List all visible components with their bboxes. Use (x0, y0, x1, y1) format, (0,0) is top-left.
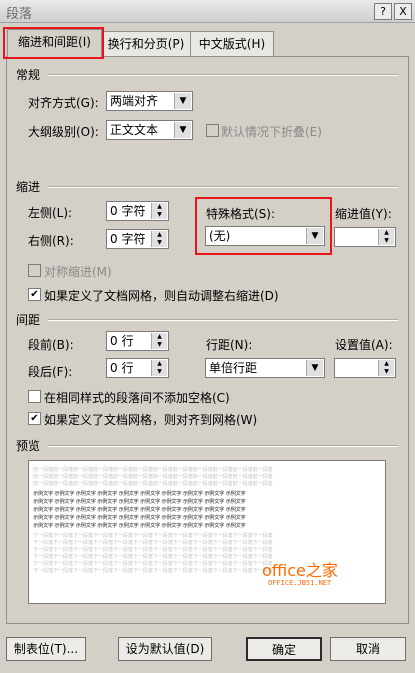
collapse-default-label: 默认情况下折叠(E) (221, 125, 322, 139)
line-spacing-at-spinner[interactable]: ▲ ▼ (378, 360, 394, 376)
spin-up-icon[interactable]: ▲ (152, 203, 167, 211)
outline-level-select[interactable]: 正文文本 ▼ (106, 120, 193, 140)
spin-down-icon[interactable]: ▼ (152, 211, 167, 219)
preview-next-paragraph: 下一段落下一段落下一段落下一段落下一段落下一段落下一段落下一段落下一段落下一段落… (33, 533, 273, 539)
right-indent-spinner[interactable]: ▲ ▼ (151, 231, 167, 247)
watermark-logo: office之家 (262, 561, 338, 580)
indent-by-spinner[interactable]: ▲ ▼ (378, 229, 394, 245)
preview-previous-paragraph: 前一段落前一段落前一段落前一段落前一段落前一段落前一段落前一段落前一段落前一段落… (33, 474, 273, 480)
section-title-preview: 预览 (16, 439, 41, 453)
preview-next-paragraph: 下一段落下一段落下一段落下一段落下一段落下一段落下一段落下一段落下一段落下一段落… (33, 547, 273, 553)
section-divider (48, 74, 398, 76)
mirror-indents-checkbox[interactable] (28, 264, 41, 277)
section-divider (48, 186, 398, 188)
left-indent-label: 左侧(L): (28, 206, 73, 220)
tab-asian-typography[interactable]: 中文版式(H) (190, 31, 274, 56)
tab-highlight-box (3, 27, 104, 59)
line-spacing-select[interactable]: 单倍行距 ▼ (205, 358, 325, 378)
indent-by-input[interactable]: ▲ ▼ (334, 227, 396, 247)
outline-level-value: 正文文本 (110, 123, 159, 137)
chevron-down-icon[interactable]: ▼ (306, 228, 323, 244)
alignment-select[interactable]: 两端对齐 ▼ (106, 91, 193, 111)
spin-down-icon[interactable]: ▼ (379, 368, 394, 376)
close-button[interactable]: X (394, 3, 412, 20)
preview-next-paragraph: 下一段落下一段落下一段落下一段落下一段落下一段落下一段落下一段落下一段落下一段落… (33, 554, 273, 560)
spin-up-icon[interactable]: ▲ (152, 333, 167, 341)
set-as-default-button[interactable]: 设为默认值(D) (118, 637, 212, 661)
right-indent-label: 右侧(R): (28, 234, 74, 248)
space-after-input[interactable]: 0 行 ▲ ▼ (106, 358, 169, 378)
ok-button[interactable]: 确定 (246, 637, 322, 661)
preview-next-paragraph: 下一段落下一段落下一段落下一段落下一段落下一段落下一段落下一段落下一段落下一段落… (33, 540, 273, 546)
outline-level-label: 大纲级别(O): (28, 125, 99, 139)
space-after-label: 段后(F): (28, 365, 73, 379)
preview-sample-text: 示例文字 示例文字 示例文字 示例文字 示例文字 示例文字 示例文字 示例文字 … (33, 491, 246, 497)
preview-sample-text: 示例文字 示例文字 示例文字 示例文字 示例文字 示例文字 示例文字 示例文字 … (33, 507, 246, 513)
spin-up-icon[interactable]: ▲ (152, 360, 167, 368)
alignment-label: 对齐方式(G): (28, 96, 99, 110)
special-format-value: (无) (209, 229, 231, 243)
left-indent-value: 0 字符 (110, 204, 146, 218)
right-indent-value: 0 字符 (110, 232, 146, 246)
space-before-input[interactable]: 0 行 ▲ ▼ (106, 331, 169, 351)
collapse-default-checkbox[interactable] (206, 124, 219, 137)
auto-adjust-right-indent-label: 如果定义了文档网格，则自动调整右缩进(D) (44, 289, 279, 303)
spin-down-icon[interactable]: ▼ (152, 341, 167, 349)
snap-to-grid-label: 如果定义了文档网格，则对齐到网格(W) (44, 413, 258, 427)
title-bar: 段落 ? X (0, 0, 415, 23)
watermark-url: OFFICE.JB51.NET (268, 579, 332, 587)
preview-sample-text: 示例文字 示例文字 示例文字 示例文字 示例文字 示例文字 示例文字 示例文字 … (33, 499, 246, 505)
spin-down-icon[interactable]: ▼ (152, 239, 167, 247)
section-title-indent: 缩进 (16, 180, 41, 194)
check-icon: ✔ (30, 413, 39, 424)
alignment-value: 两端对齐 (110, 94, 159, 108)
cancel-button[interactable]: 取消 (330, 637, 406, 661)
section-divider (48, 445, 398, 447)
right-indent-input[interactable]: 0 字符 ▲ ▼ (106, 229, 169, 249)
preview-sample-text: 示例文字 示例文字 示例文字 示例文字 示例文字 示例文字 示例文字 示例文字 … (33, 523, 246, 529)
tab-line-page-breaks[interactable]: 换行和分页(P) (101, 31, 191, 56)
mirror-indents-label: 对称缩进(M) (44, 265, 112, 279)
special-format-label: 特殊格式(S): (206, 207, 276, 221)
spin-down-icon[interactable]: ▼ (379, 237, 394, 245)
paragraph-preview: 前一段落前一段落前一段落前一段落前一段落前一段落前一段落前一段落前一段落前一段落… (28, 460, 386, 604)
dialog-title: 段落 (6, 7, 33, 22)
preview-sample-text: 示例文字 示例文字 示例文字 示例文字 示例文字 示例文字 示例文字 示例文字 … (33, 515, 246, 521)
chevron-down-icon[interactable]: ▼ (174, 93, 191, 109)
space-after-value: 0 行 (110, 361, 134, 375)
space-before-label: 段前(B): (28, 338, 74, 352)
line-spacing-at-label: 设置值(A): (335, 338, 393, 352)
left-indent-spinner[interactable]: ▲ ▼ (151, 203, 167, 219)
spin-up-icon[interactable]: ▲ (379, 229, 394, 237)
preview-next-paragraph: 下一段落下一段落下一段落下一段落下一段落下一段落下一段落下一段落下一段落下一段落… (33, 561, 273, 567)
auto-adjust-right-indent-checkbox[interactable]: ✔ (28, 288, 41, 301)
section-divider (48, 319, 398, 321)
chevron-down-icon[interactable]: ▼ (306, 360, 323, 376)
tabs-button[interactable]: 制表位(T)... (6, 637, 86, 661)
special-format-select[interactable]: (无) ▼ (205, 226, 325, 246)
help-button[interactable]: ? (374, 3, 392, 20)
spin-up-icon[interactable]: ▲ (379, 360, 394, 368)
spin-down-icon[interactable]: ▼ (152, 368, 167, 376)
line-spacing-value: 单倍行距 (209, 361, 258, 375)
no-space-same-style-checkbox[interactable] (28, 390, 41, 403)
section-title-general: 常规 (16, 68, 41, 82)
no-space-same-style-label: 在相同样式的段落间不添加空格(C) (44, 391, 230, 405)
space-before-spinner[interactable]: ▲ ▼ (151, 333, 167, 349)
preview-previous-paragraph: 前一段落前一段落前一段落前一段落前一段落前一段落前一段落前一段落前一段落前一段落… (33, 467, 273, 473)
line-spacing-label: 行距(N): (206, 338, 253, 352)
space-after-spinner[interactable]: ▲ ▼ (151, 360, 167, 376)
check-icon: ✔ (30, 289, 39, 300)
line-spacing-at-input[interactable]: ▲ ▼ (334, 358, 396, 378)
preview-previous-paragraph: 前一段落前一段落前一段落前一段落前一段落前一段落前一段落前一段落前一段落前一段落… (33, 481, 273, 487)
preview-next-paragraph: 下一段落下一段落下一段落下一段落下一段落下一段落下一段落下一段落下一段落下一段落… (33, 568, 273, 574)
snap-to-grid-checkbox[interactable]: ✔ (28, 412, 41, 425)
chevron-down-icon[interactable]: ▼ (174, 122, 191, 138)
left-indent-input[interactable]: 0 字符 ▲ ▼ (106, 201, 169, 221)
section-title-spacing: 间距 (16, 313, 41, 327)
space-before-value: 0 行 (110, 334, 134, 348)
indent-by-label: 缩进值(Y): (335, 207, 392, 221)
spin-up-icon[interactable]: ▲ (152, 231, 167, 239)
